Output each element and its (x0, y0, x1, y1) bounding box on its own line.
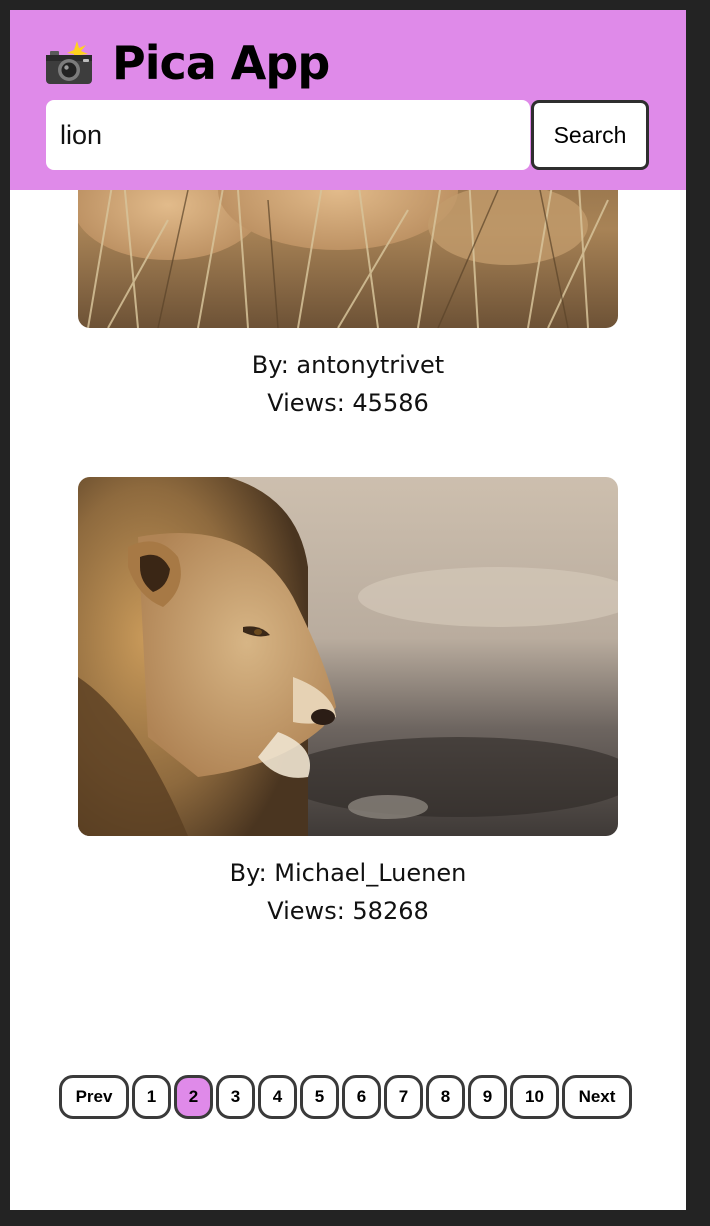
search-button[interactable]: Search (531, 100, 649, 170)
camera-flash-icon (44, 41, 94, 85)
page-button-10[interactable]: 10 (510, 1075, 559, 1119)
page-button-6[interactable]: 6 (342, 1075, 381, 1119)
result-image[interactable] (78, 477, 618, 836)
views-label: Views: 45586 (267, 389, 429, 417)
brand: Pica App (44, 36, 330, 90)
author-label: By: Michael_Luenen (229, 859, 467, 887)
page-button-2[interactable]: 2 (174, 1075, 213, 1119)
page-button-9[interactable]: 9 (468, 1075, 507, 1119)
result-caption: By: Michael_Luenen Views: 58268 (10, 854, 686, 930)
prev-page-button[interactable]: Prev (59, 1075, 129, 1119)
app-header: Pica App Search (10, 10, 686, 190)
page-button-3[interactable]: 3 (216, 1075, 255, 1119)
search-input[interactable] (46, 100, 530, 170)
page-button-8[interactable]: 8 (426, 1075, 465, 1119)
page-button-4[interactable]: 4 (258, 1075, 297, 1119)
author-label: By: antonytrivet (251, 351, 445, 379)
views-label: Views: 58268 (267, 897, 429, 925)
page-button-5[interactable]: 5 (300, 1075, 339, 1119)
pagination: Prev 1 2 3 4 5 6 7 8 9 10 Next (59, 1075, 632, 1119)
page-button-1[interactable]: 1 (132, 1075, 171, 1119)
next-page-button[interactable]: Next (562, 1075, 632, 1119)
browser-viewport: Pica App Search (10, 10, 686, 1210)
page-button-7[interactable]: 7 (384, 1075, 423, 1119)
result-caption: By: antonytrivet Views: 45586 (10, 346, 686, 422)
app-title: Pica App (112, 36, 330, 90)
